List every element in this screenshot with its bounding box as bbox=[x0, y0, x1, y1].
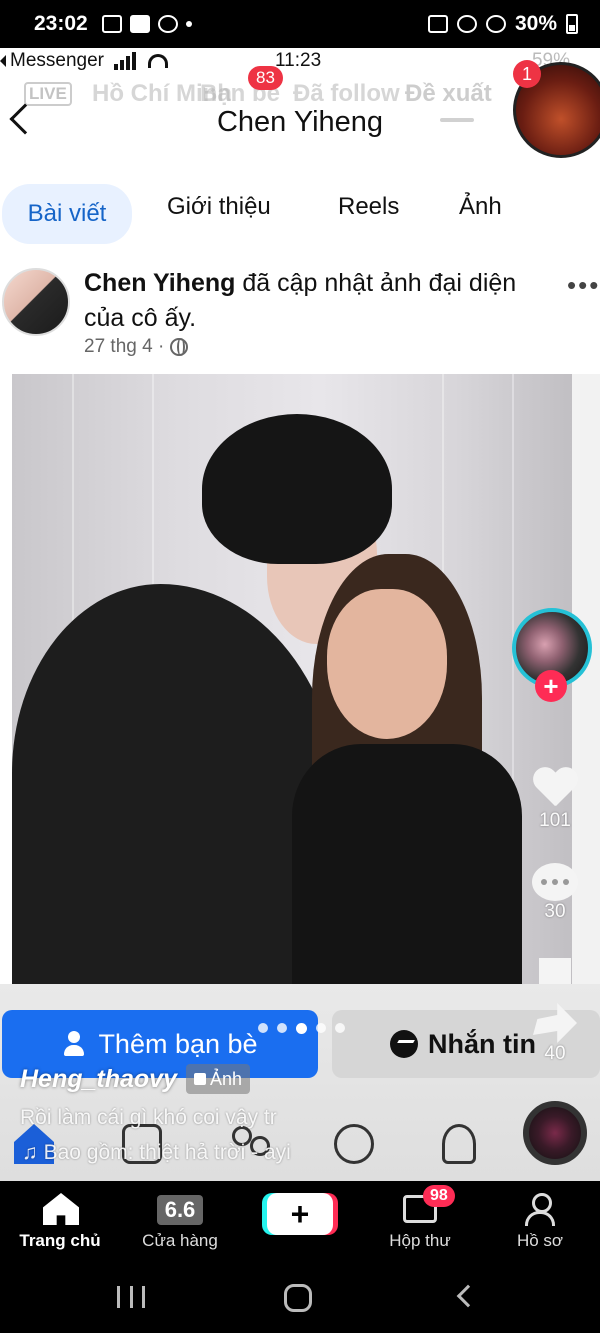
nav-inbox-label: Hộp thư bbox=[389, 1231, 451, 1250]
battery-icon bbox=[566, 14, 578, 34]
like-count: 101 bbox=[539, 810, 571, 831]
embedded-time: 11:23 bbox=[275, 50, 322, 71]
profile-icon bbox=[525, 1193, 555, 1227]
add-person-icon bbox=[62, 1031, 88, 1057]
bell-icon[interactable] bbox=[442, 1124, 476, 1164]
system-nav-bar bbox=[0, 1260, 600, 1333]
system-status-bar: 23:02 30% bbox=[0, 0, 600, 48]
more-notifications-dot-icon bbox=[185, 21, 192, 27]
tab-about[interactable]: Giới thiệu bbox=[167, 193, 271, 221]
tab-photos[interactable]: Ảnh bbox=[459, 193, 502, 221]
tab-for-you[interactable]: Đề xuất bbox=[405, 80, 492, 108]
post-author-name[interactable]: Chen Yiheng bbox=[84, 269, 235, 297]
more-options-icon[interactable]: ••• bbox=[567, 270, 600, 301]
photo-carousel-dots bbox=[258, 1023, 345, 1034]
video-caption[interactable]: Rồi làm cái gì khó coi vậy tr bbox=[20, 1106, 277, 1130]
status-right-icons: 30% bbox=[427, 12, 578, 36]
lock-icon bbox=[427, 15, 448, 33]
post-photo[interactable] bbox=[12, 374, 572, 984]
status-notification-icons bbox=[101, 15, 192, 33]
nav-home-label: Trang chủ bbox=[19, 1231, 101, 1250]
profile-icon[interactable] bbox=[334, 1124, 374, 1164]
status-time: 23:02 bbox=[34, 12, 88, 35]
heart-icon bbox=[532, 768, 578, 810]
post-headline: Chen Yiheng đã cập nhật ảnh đại diện của… bbox=[84, 266, 554, 336]
photo-figure bbox=[292, 744, 522, 984]
battery-percent: 30% bbox=[514, 12, 557, 35]
signal-bars-icon bbox=[114, 52, 136, 70]
gallery-icon bbox=[101, 15, 122, 33]
post-meta: 27 thg 4 · bbox=[84, 336, 189, 358]
tab-reels[interactable]: Reels bbox=[338, 193, 399, 221]
mute-icon bbox=[456, 15, 477, 33]
photo-mode-tag: Ảnh bbox=[186, 1064, 251, 1094]
messenger-icon bbox=[157, 15, 178, 33]
like-button[interactable]: 101 bbox=[510, 768, 600, 832]
comment-icon bbox=[532, 863, 578, 901]
post-date: 27 thg 4 · bbox=[84, 336, 165, 357]
shop-icon: 6.6 bbox=[157, 1195, 203, 1225]
inbox-badge: 98 bbox=[423, 1185, 455, 1207]
back-to-messenger-link[interactable]: Messenger bbox=[0, 50, 168, 72]
profile-tabs: Bài viết Giới thiệu Reels Ảnh bbox=[0, 181, 600, 244]
share-count: 40 bbox=[544, 1043, 566, 1064]
profile-title: Chen Yiheng bbox=[216, 106, 384, 138]
music-info[interactable]: ♫ Bao gồm: thiệt hả trời - ayi bbox=[22, 1141, 291, 1165]
tab-following[interactable]: Đã follow bbox=[293, 80, 400, 108]
photo-figure bbox=[202, 414, 392, 564]
embedded-status-bar: Messenger 11:23 59% bbox=[0, 48, 600, 76]
nav-shop-label: Cửa hàng bbox=[142, 1231, 218, 1250]
photo-figure bbox=[327, 589, 447, 739]
avatar-notification-badge: 1 bbox=[513, 60, 541, 88]
messenger-icon bbox=[390, 1030, 418, 1058]
home-icon bbox=[43, 1193, 79, 1225]
live-icon[interactable]: LIVE bbox=[24, 82, 72, 106]
comment-count: 30 bbox=[544, 901, 566, 922]
app-notification-icon bbox=[129, 15, 150, 33]
add-friend-label: Thêm bạn bè bbox=[98, 1028, 258, 1059]
create-button[interactable]: + bbox=[267, 1193, 333, 1235]
wifi-icon bbox=[148, 54, 168, 68]
screen-content: Messenger 11:23 59% LIVE Hồ Chí Minh Bạn… bbox=[0, 48, 600, 1181]
tab-posts[interactable]: Bài viết bbox=[2, 184, 132, 244]
home-button-icon[interactable] bbox=[284, 1284, 312, 1312]
share-arrow-icon bbox=[533, 1003, 577, 1043]
wifi-signal-icon bbox=[485, 15, 506, 33]
back-icon[interactable] bbox=[456, 1284, 480, 1308]
tiktok-bottom-nav: Trang chủ 6.6 Cửa hàng + 98 Hộp thư Hồ s… bbox=[0, 1181, 600, 1260]
tiktok-username[interactable]: Heng_thaovy bbox=[20, 1065, 177, 1094]
follow-plus-icon[interactable]: + bbox=[535, 670, 567, 702]
friends-tab-badge: 83 bbox=[248, 66, 283, 90]
share-button[interactable]: 40 bbox=[510, 1003, 600, 1065]
music-disc-icon[interactable] bbox=[523, 1101, 587, 1165]
recent-apps-icon[interactable] bbox=[117, 1286, 145, 1308]
globe-icon bbox=[170, 338, 189, 356]
comment-button[interactable]: 30 bbox=[510, 863, 600, 923]
back-to-app-label: Messenger bbox=[10, 50, 104, 71]
nav-profile-label: Hồ sơ bbox=[516, 1231, 564, 1250]
post-author-avatar[interactable] bbox=[2, 268, 70, 336]
